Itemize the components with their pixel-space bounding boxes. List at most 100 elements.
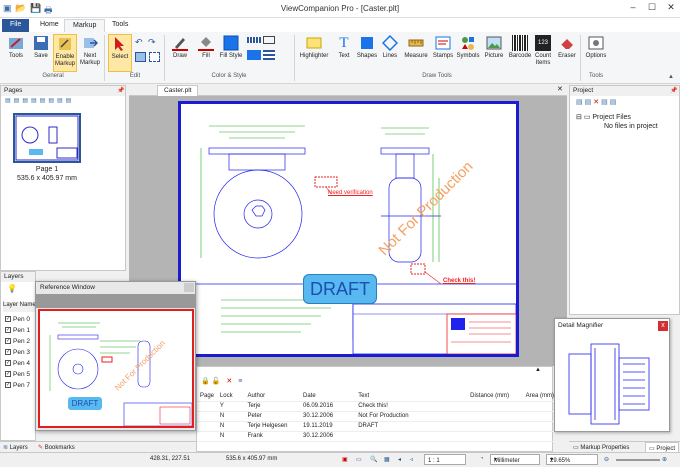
maximize-button[interactable]: ☐ bbox=[643, 2, 661, 16]
tools-button[interactable]: Tools bbox=[4, 34, 28, 72]
zoom-magnifier-icon[interactable]: 🔍 bbox=[370, 456, 377, 463]
select-arrow-icon bbox=[112, 36, 128, 52]
pin-icon[interactable]: 📌 bbox=[117, 87, 124, 94]
reference-window[interactable]: Reference Window DRAFT Not For Productio… bbox=[35, 281, 196, 431]
line-width-icon[interactable] bbox=[263, 36, 275, 44]
pages-toolbar[interactable]: ▤▤▤▤▤▤▤▤ bbox=[5, 97, 123, 107]
layer-row[interactable]: ✓ Pen 2 bbox=[5, 336, 30, 347]
minimize-button[interactable]: – bbox=[624, 2, 642, 16]
collapse-icon[interactable]: ▲ bbox=[535, 367, 541, 373]
table-row[interactable]: Y Terje 06.09.2016 Check this! bbox=[197, 401, 554, 412]
tab-home[interactable]: Home bbox=[32, 19, 67, 32]
column-header[interactable]: Text bbox=[355, 391, 468, 402]
draft-stamp[interactable]: DRAFT bbox=[303, 274, 377, 304]
column-header[interactable]: Page bbox=[197, 391, 217, 402]
highlighter-button[interactable]: Highlighter bbox=[299, 34, 329, 72]
layer-checkbox[interactable]: ✓ bbox=[5, 349, 11, 356]
undo-icon[interactable]: ↶ bbox=[135, 37, 143, 48]
project-tree-root[interactable]: ⊟ ▭ Project Files bbox=[576, 113, 631, 121]
layer-checkbox[interactable]: ✓ bbox=[5, 316, 11, 323]
count-items-button[interactable]: 123 Count Items bbox=[532, 34, 554, 72]
shapes-button[interactable]: Shapes bbox=[355, 34, 379, 72]
zoom-in-icon[interactable]: ⊕ bbox=[662, 456, 667, 463]
next-markup-button[interactable]: Next Markup bbox=[78, 34, 102, 72]
tab-bookmarks[interactable]: ✎ Bookmarks bbox=[38, 444, 75, 451]
detail-magnifier-window[interactable]: Detail Magnifier x bbox=[554, 318, 670, 432]
column-header[interactable]: Date bbox=[300, 391, 356, 402]
status-icon-fit[interactable]: ▭ bbox=[356, 456, 362, 463]
pin-icon[interactable]: 📌 bbox=[670, 87, 677, 94]
page-selector[interactable]: 1 : 1 bbox=[424, 454, 466, 465]
layer-checkbox[interactable]: ✓ bbox=[5, 338, 11, 345]
tab-file[interactable]: File bbox=[2, 19, 30, 32]
redo-icon[interactable]: ↷ bbox=[148, 37, 156, 48]
fill-style-button[interactable]: Fill Style bbox=[219, 34, 243, 72]
ungroup-icon[interactable] bbox=[149, 52, 160, 62]
column-header[interactable]: Lock bbox=[216, 391, 245, 402]
layer-row[interactable]: ✓ Pen 1 bbox=[5, 325, 30, 336]
status-icon-stop[interactable]: ▣ bbox=[342, 456, 348, 463]
symbols-button[interactable]: Symbols bbox=[455, 34, 481, 72]
zoom-selector[interactable]: 29.65% ▾ bbox=[546, 454, 598, 465]
callout-need-verification[interactable]: Need verification bbox=[328, 190, 373, 196]
options-button[interactable]: Options bbox=[584, 34, 608, 72]
save-button[interactable]: Save bbox=[29, 34, 53, 72]
table-row[interactable]: N Peter 30.12.2006 Not For Production bbox=[197, 411, 554, 422]
close-icon[interactable] bbox=[184, 283, 194, 292]
markup-toolbar[interactable]: 🔒🔓 ✕ ≡ bbox=[201, 377, 244, 385]
layer-row[interactable]: ✓ Pen 4 bbox=[5, 358, 30, 369]
close-button[interactable]: ✕ bbox=[662, 2, 680, 16]
transparency-icon[interactable] bbox=[247, 50, 261, 60]
page-thumbnail[interactable] bbox=[13, 113, 81, 163]
picture-button[interactable]: Picture bbox=[481, 34, 507, 72]
bulb-icon[interactable]: 💡 bbox=[7, 284, 17, 293]
layer-row[interactable]: ✓ Pen 5 bbox=[5, 369, 30, 380]
fill-color-button[interactable]: Fill bbox=[194, 34, 218, 72]
tab-layers[interactable]: ≋ Layers bbox=[3, 444, 28, 451]
layer-icon[interactable] bbox=[263, 50, 275, 60]
layer-checkbox[interactable]: ✓ bbox=[5, 371, 11, 378]
layer-row[interactable]: ✓ Pen 0 bbox=[5, 314, 30, 325]
unit-selector[interactable]: Millimeter ▾ bbox=[490, 454, 540, 465]
reference-view[interactable]: DRAFT Not For Production bbox=[38, 309, 194, 428]
eraser-button[interactable]: Eraser bbox=[555, 34, 579, 72]
document-tab[interactable]: Caster.plt bbox=[157, 85, 199, 96]
select-button[interactable]: Select bbox=[108, 34, 132, 72]
pan-icon[interactable]: ▦ bbox=[384, 456, 390, 463]
stamps-button[interactable]: Stamps bbox=[431, 34, 455, 72]
close-document-icon[interactable]: ✕ bbox=[557, 85, 563, 93]
column-header[interactable]: Author bbox=[244, 391, 300, 402]
delete-icon[interactable]: ✕ bbox=[593, 99, 601, 106]
prev-page-icon[interactable]: ◃ bbox=[410, 456, 413, 463]
layer-checkbox[interactable]: ✓ bbox=[5, 360, 11, 367]
zoom-out-icon[interactable]: ⊖ bbox=[604, 456, 609, 463]
measure-button[interactable]: Measure bbox=[402, 34, 430, 72]
layer-row[interactable]: ✓ Pen 7 bbox=[5, 380, 30, 391]
close-icon[interactable]: x bbox=[658, 321, 668, 331]
layer-checkbox[interactable]: ✓ bbox=[5, 327, 11, 334]
table-row[interactable]: N Frank 30.12.2006 bbox=[197, 431, 554, 442]
picture-icon bbox=[486, 35, 502, 51]
document-tabs: Caster.plt ✕ bbox=[129, 85, 567, 96]
collapse-ribbon-icon[interactable]: ▲ bbox=[668, 74, 674, 80]
callout-check-this[interactable]: Check this! bbox=[443, 278, 475, 284]
barcode-button[interactable]: Barcode bbox=[507, 34, 533, 72]
tab-markup[interactable]: Markup bbox=[64, 19, 106, 32]
line-style-icon[interactable] bbox=[247, 37, 261, 43]
layer-checkbox[interactable]: ✓ bbox=[5, 382, 11, 389]
draw-color-button[interactable]: Draw bbox=[168, 34, 192, 72]
delete-icon[interactable]: ✕ bbox=[226, 378, 234, 385]
column-header[interactable]: Area (mm) bbox=[522, 391, 554, 402]
column-header[interactable]: Distance (mm) bbox=[467, 391, 523, 402]
group-icon[interactable] bbox=[135, 52, 146, 62]
tab-markup-properties[interactable]: ▭ Markup Properties bbox=[573, 444, 629, 451]
project-toolbar[interactable]: ▤▤✕▤▤ bbox=[576, 98, 618, 106]
lines-button[interactable]: Lines bbox=[378, 34, 402, 72]
text-button[interactable]: T Text bbox=[332, 34, 356, 72]
tab-tools[interactable]: Tools bbox=[104, 19, 136, 32]
table-row[interactable]: N Terje Helgesen 19.11.2019 DRAFT bbox=[197, 421, 554, 432]
enable-markup-button[interactable]: Enable Markup bbox=[53, 34, 77, 72]
first-page-icon[interactable]: ◂ bbox=[398, 456, 401, 463]
layer-row[interactable]: ✓ Pen 3 bbox=[5, 347, 30, 358]
zoom-slider[interactable] bbox=[616, 459, 660, 461]
